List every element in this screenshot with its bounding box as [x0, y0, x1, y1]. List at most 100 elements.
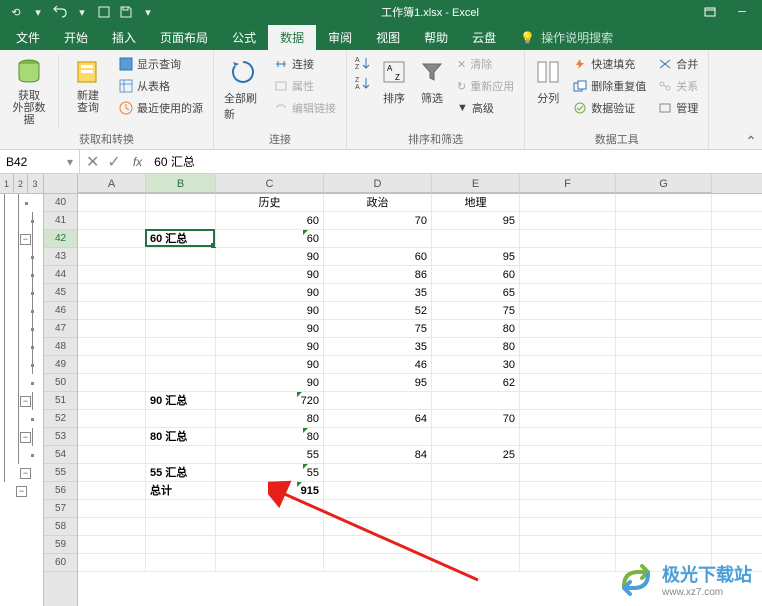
- save-disk-icon[interactable]: [118, 4, 134, 20]
- cell[interactable]: [324, 482, 432, 499]
- save-icon[interactable]: ▾: [30, 4, 46, 20]
- cell[interactable]: [520, 266, 616, 283]
- cell[interactable]: 95: [432, 212, 520, 229]
- cell[interactable]: [146, 446, 216, 463]
- cell[interactable]: 60: [432, 266, 520, 283]
- row-header[interactable]: 48: [44, 338, 77, 356]
- row-header[interactable]: 52: [44, 410, 77, 428]
- outline-collapse[interactable]: −: [16, 486, 27, 497]
- cell[interactable]: [78, 248, 146, 265]
- cell[interactable]: 90: [216, 266, 324, 283]
- col-header-E[interactable]: E: [432, 174, 520, 193]
- qat-customize-icon[interactable]: ▾: [140, 4, 156, 20]
- cell[interactable]: [78, 212, 146, 229]
- cell[interactable]: [216, 536, 324, 553]
- reapply-button[interactable]: ↻重新应用: [453, 76, 518, 96]
- cell[interactable]: [616, 212, 712, 229]
- cell[interactable]: 政治: [324, 194, 432, 211]
- cell[interactable]: [146, 248, 216, 265]
- cell[interactable]: 90: [216, 248, 324, 265]
- cell[interactable]: [432, 392, 520, 409]
- cell[interactable]: [616, 446, 712, 463]
- properties-button[interactable]: 属性: [270, 76, 340, 96]
- cell[interactable]: [324, 500, 432, 517]
- cell[interactable]: [616, 338, 712, 355]
- name-box[interactable]: B42 ▾: [0, 150, 80, 173]
- from-table-button[interactable]: 从表格: [115, 76, 207, 96]
- cell[interactable]: [78, 392, 146, 409]
- row-header[interactable]: 59: [44, 536, 77, 554]
- row-header[interactable]: 43: [44, 248, 77, 266]
- cell[interactable]: [520, 446, 616, 463]
- remove-duplicates-button[interactable]: 删除重复值: [569, 76, 650, 96]
- cell[interactable]: [216, 518, 324, 535]
- row-header[interactable]: 46: [44, 302, 77, 320]
- cell[interactable]: [616, 518, 712, 535]
- row-header[interactable]: 51: [44, 392, 77, 410]
- cell[interactable]: [78, 536, 146, 553]
- tab-help[interactable]: 帮助: [412, 25, 460, 50]
- cell[interactable]: [216, 554, 324, 571]
- clear-filter-button[interactable]: ✕清除: [453, 54, 518, 74]
- outline-level-1[interactable]: 1: [0, 174, 14, 193]
- autosave-icon[interactable]: ⟲: [8, 4, 24, 20]
- tab-home[interactable]: 开始: [52, 25, 100, 50]
- enter-formula-icon[interactable]: ✓: [107, 152, 120, 172]
- edit-links-button[interactable]: 编辑链接: [270, 98, 340, 118]
- cell[interactable]: [78, 302, 146, 319]
- data-validation-button[interactable]: 数据验证: [569, 98, 650, 118]
- cell[interactable]: [146, 500, 216, 517]
- cell[interactable]: 95: [324, 374, 432, 391]
- cell[interactable]: 80: [216, 410, 324, 427]
- cell[interactable]: [78, 266, 146, 283]
- cell[interactable]: [146, 320, 216, 337]
- cell[interactable]: 62: [432, 374, 520, 391]
- cell[interactable]: [432, 518, 520, 535]
- relationships-button[interactable]: 关系: [654, 76, 702, 96]
- row-header[interactable]: 56: [44, 482, 77, 500]
- tab-cloud[interactable]: 云盘: [460, 25, 508, 50]
- cell[interactable]: [432, 428, 520, 445]
- refresh-all-button[interactable]: 全部刷新: [220, 54, 266, 124]
- cell[interactable]: 90: [216, 338, 324, 355]
- cell[interactable]: [432, 554, 520, 571]
- cell[interactable]: 35: [324, 338, 432, 355]
- cell[interactable]: [616, 266, 712, 283]
- cell[interactable]: [520, 284, 616, 301]
- show-queries-button[interactable]: 显示查询: [115, 54, 207, 74]
- cell[interactable]: 90: [216, 302, 324, 319]
- cell[interactable]: 90 汇总: [146, 392, 216, 409]
- cell[interactable]: [616, 194, 712, 211]
- ribbon-options-icon[interactable]: [696, 2, 724, 22]
- tab-review[interactable]: 审阅: [316, 25, 364, 50]
- cell[interactable]: 55 汇总: [146, 464, 216, 481]
- cell[interactable]: [78, 482, 146, 499]
- cell[interactable]: [616, 536, 712, 553]
- cell[interactable]: [520, 536, 616, 553]
- cell[interactable]: [78, 554, 146, 571]
- cell[interactable]: [78, 194, 146, 211]
- cell[interactable]: [78, 518, 146, 535]
- cell[interactable]: 80 汇总: [146, 428, 216, 445]
- cell[interactable]: [324, 428, 432, 445]
- cell[interactable]: [324, 230, 432, 247]
- cell[interactable]: [616, 248, 712, 265]
- cell[interactable]: 95: [432, 248, 520, 265]
- cell[interactable]: [432, 482, 520, 499]
- outline-collapse[interactable]: −: [20, 468, 31, 479]
- recent-sources-button[interactable]: 最近使用的源: [115, 98, 207, 118]
- cell[interactable]: [520, 410, 616, 427]
- cell[interactable]: 86: [324, 266, 432, 283]
- cell[interactable]: [146, 194, 216, 211]
- row-header[interactable]: 41: [44, 212, 77, 230]
- cell[interactable]: 历史: [216, 194, 324, 211]
- col-header-D[interactable]: D: [324, 174, 432, 193]
- col-header-F[interactable]: F: [520, 174, 616, 193]
- cell[interactable]: [616, 302, 712, 319]
- cell[interactable]: 75: [432, 302, 520, 319]
- text-to-columns-button[interactable]: 分列: [531, 54, 565, 118]
- cell[interactable]: [432, 500, 520, 517]
- cell[interactable]: 55: [216, 464, 324, 481]
- cell[interactable]: [520, 554, 616, 571]
- touch-icon[interactable]: [96, 4, 112, 20]
